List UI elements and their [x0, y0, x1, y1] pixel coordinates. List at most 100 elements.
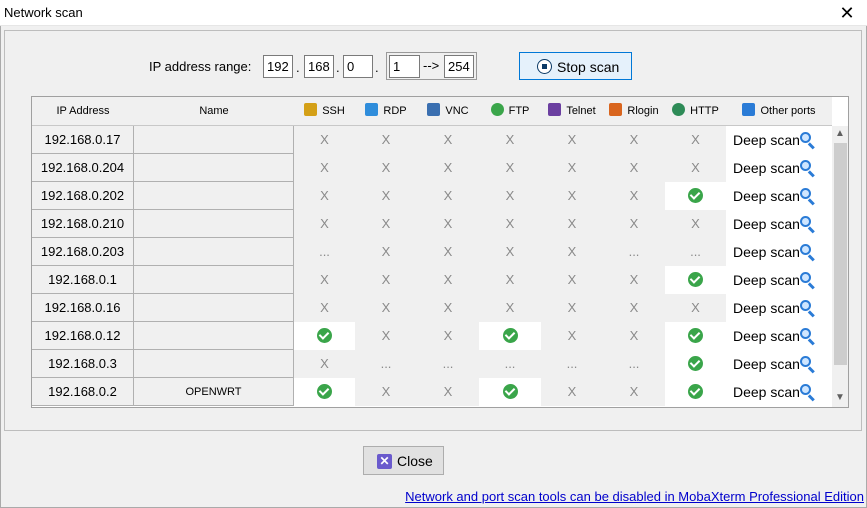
ip-start-field[interactable]: 1 [389, 55, 420, 78]
ip-address-cell: 192.168.0.203 [32, 238, 134, 266]
deep-scan-label: Deep scan [733, 300, 800, 316]
check-icon [688, 356, 703, 371]
port-closed-cell: X [541, 378, 603, 406]
check-icon [688, 188, 703, 203]
deep-scan-label: Deep scan [733, 132, 800, 148]
port-closed-cell: X [417, 378, 479, 406]
magnifier-icon [800, 160, 816, 178]
magnifier-icon [800, 300, 816, 318]
ip-octet3-field[interactable]: 0 [343, 55, 373, 78]
hostname-cell [134, 210, 294, 238]
deep-scan-button[interactable]: Deep scan [726, 238, 832, 266]
port-open-cell[interactable] [665, 182, 726, 210]
deep-scan-label: Deep scan [733, 328, 800, 344]
deep-scan-label: Deep scan [733, 160, 800, 176]
port-open-cell[interactable] [294, 378, 355, 406]
deep-scan-label: Deep scan [733, 356, 800, 372]
port-closed-cell: X [294, 126, 355, 154]
table-row[interactable]: 192.168.0.204 X X X X X X X Deep scan [32, 154, 832, 182]
port-closed-cell: X [665, 126, 726, 154]
table-row[interactable]: 192.168.0.203... X X X X...... Deep scan [32, 238, 832, 266]
port-closed-cell: X [665, 210, 726, 238]
close-button[interactable]: ✕ Close [363, 446, 444, 475]
professional-edition-link[interactable]: Network and port scan tools can be disab… [405, 489, 864, 504]
hostname-cell: OPENWRT [134, 378, 294, 406]
port-closed-cell: X [355, 182, 417, 210]
ip-octet1-field[interactable]: 192 [263, 55, 293, 78]
hostname-cell [134, 154, 294, 182]
window-close-icon[interactable]: ✕ [827, 0, 867, 26]
port-closed-cell: X [294, 294, 355, 322]
deep-scan-button[interactable]: Deep scan [726, 266, 832, 294]
column-header-name[interactable]: Name [134, 97, 294, 126]
port-closed-cell: X [603, 322, 665, 350]
port-closed-cell: X [355, 294, 417, 322]
magnifier-icon [800, 356, 816, 374]
hostname-cell [134, 126, 294, 154]
http-icon [672, 103, 686, 116]
port-open-cell[interactable] [479, 378, 541, 406]
column-header-ip[interactable]: IP Address [32, 97, 134, 126]
scroll-up-icon[interactable]: ▲ [835, 128, 845, 139]
port-closed-cell: X [603, 294, 665, 322]
column-header-label: VNC [445, 105, 469, 117]
column-header-wifi[interactable]: Other ports [726, 97, 832, 126]
table-row[interactable]: 192.168.0.17 X X X X X X X Deep scan [32, 126, 832, 154]
port-open-cell[interactable] [665, 350, 726, 378]
column-header-telnet[interactable]: Telnet [541, 97, 603, 126]
column-header-vnc[interactable]: VNC [417, 97, 479, 126]
stop-scan-button[interactable]: Stop scan [519, 52, 632, 80]
port-closed-cell: X [603, 154, 665, 182]
column-header-http[interactable]: HTTP [665, 97, 726, 126]
table-row[interactable]: 192.168.0.3 X............... Deep scan [32, 350, 832, 378]
column-header-rdp[interactable]: RDP [355, 97, 417, 126]
scrollbar-thumb[interactable] [834, 143, 847, 365]
range-arrow: --> [423, 58, 440, 73]
table-row[interactable]: 192.168.0.202 X X X X X X Deep scan [32, 182, 832, 210]
ip-octet2-field[interactable]: 168 [304, 55, 334, 78]
port-pending-cell: ... [479, 350, 541, 378]
port-closed-cell: X [294, 350, 355, 378]
table-row[interactable]: 192.168.0.12 X X X X Deep scan [32, 322, 832, 350]
window-title: Network scan [4, 5, 83, 20]
deep-scan-button[interactable]: Deep scan [726, 350, 832, 378]
vertical-scrollbar[interactable]: ▲ ▼ [832, 126, 848, 407]
ftp-icon [490, 103, 504, 116]
ip-end-field[interactable]: 254 [444, 55, 474, 78]
port-open-cell[interactable] [479, 322, 541, 350]
magnifier-icon [800, 244, 816, 262]
hostname-cell [134, 266, 294, 294]
port-closed-cell: X [541, 294, 603, 322]
column-header-ftp[interactable]: FTP [479, 97, 541, 126]
port-closed-cell: X [541, 126, 603, 154]
port-closed-cell: X [541, 238, 603, 266]
column-header-label: FTP [508, 105, 530, 117]
port-pending-cell: ... [541, 350, 603, 378]
deep-scan-button[interactable]: Deep scan [726, 126, 832, 154]
hostname-cell [134, 182, 294, 210]
table-row[interactable]: 192.168.0.210 X X X X X X X Deep scan [32, 210, 832, 238]
deep-scan-button[interactable]: Deep scan [726, 294, 832, 322]
port-closed-cell: X [355, 322, 417, 350]
port-open-cell[interactable] [665, 266, 726, 294]
table-row[interactable]: 192.168.0.2 OPENWRT X X X X Deep scan [32, 378, 832, 406]
port-closed-cell: X [541, 266, 603, 294]
deep-scan-button[interactable]: Deep scan [726, 154, 832, 182]
port-closed-cell: X [603, 210, 665, 238]
scroll-down-icon[interactable]: ▼ [835, 392, 845, 403]
column-header-ssh[interactable]: SSH [294, 97, 355, 126]
deep-scan-button[interactable]: Deep scan [726, 182, 832, 210]
port-closed-cell: X [541, 210, 603, 238]
port-open-cell[interactable] [294, 322, 355, 350]
port-open-cell[interactable] [665, 378, 726, 406]
column-header-rlogin[interactable]: Rlogin [603, 97, 665, 126]
port-open-cell[interactable] [665, 322, 726, 350]
table-row[interactable]: 192.168.0.1 X X X X X X Deep scan [32, 266, 832, 294]
table-row[interactable]: 192.168.0.16 X X X X X X X Deep scan [32, 294, 832, 322]
deep-scan-button[interactable]: Deep scan [726, 210, 832, 238]
deep-scan-button[interactable]: Deep scan [726, 322, 832, 350]
title-bar: Network scan ✕ [0, 0, 867, 26]
deep-scan-button[interactable]: Deep scan [726, 378, 832, 406]
port-pending-cell: ... [417, 350, 479, 378]
column-header-label: RDP [383, 105, 407, 117]
